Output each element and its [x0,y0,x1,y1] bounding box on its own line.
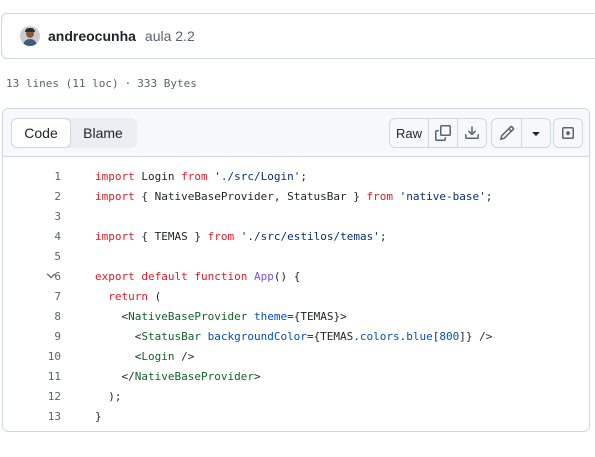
commit-author-link[interactable]: andreocunha [48,28,136,44]
code-line: 2 import { NativeBaseProvider, StatusBar… [3,186,589,206]
code-line: 10 <Login /> [3,346,589,366]
line-number[interactable]: 9 [3,330,61,343]
latest-commit-bar: andreocunha aula 2.2 [1,13,595,59]
code-line: 1 import Login from './src/Login'; [3,166,589,186]
file-line-count: 13 lines (11 loc) [6,77,119,90]
line-number[interactable]: 7 [3,290,61,303]
edit-group [491,118,551,148]
code-line: 13 } [3,406,589,426]
code-text: export default function App() { [95,269,301,283]
code-text: </NativeBaseProvider> [95,369,261,383]
line-number[interactable]: 13 [3,410,61,423]
copy-raw-button[interactable] [428,119,457,147]
line-number[interactable]: 8 [3,310,61,323]
code-text: ); [95,389,122,403]
code-line: 4 import { TEMAS } from './src/estilos/t… [3,226,589,246]
code-text: <NativeBaseProvider theme={TEMAS}> [95,309,347,323]
code-tab[interactable]: Code [11,118,71,148]
blame-tab[interactable]: Blame [71,118,135,148]
fold-toggle[interactable] [46,244,95,308]
avatar-body [23,39,37,46]
line-number[interactable]: 4 [3,230,61,243]
code-line: 9 <StatusBar backgroundColor={TEMAS.colo… [3,326,589,346]
file-info-separator: · [124,77,132,90]
download-raw-button[interactable] [457,119,486,147]
file-size: 333 Bytes [137,77,197,90]
line-number[interactable]: 3 [3,210,61,223]
code-line: 8 <NativeBaseProvider theme={TEMAS}> [3,306,589,326]
copy-icon [435,125,451,141]
code-text: import { NativeBaseProvider, StatusBar }… [95,189,493,203]
code-text: return ( [108,289,162,303]
code-text: import Login from './src/Login'; [95,169,307,183]
symbols-group [553,118,583,148]
code-line: 11 </NativeBaseProvider> [3,366,589,386]
avatar-hair [25,28,35,32]
file-viewer: Code Blame Raw 1 import Login from './sr… [2,108,590,432]
commit-message-link[interactable]: aula 2.2 [145,28,195,44]
avatar[interactable] [20,26,40,46]
download-icon [464,125,480,141]
triangle-down-icon [528,125,544,141]
code-text: import { TEMAS } from './src/estilos/tem… [95,229,387,243]
view-mode-toggle: Code Blame [11,118,137,148]
raw-copy-download-group: Raw [389,118,487,148]
code-view: 1 import Login from './src/Login'; 2 imp… [3,166,589,426]
code-line: 3 [3,206,589,226]
symbols-panel-button[interactable] [554,119,582,147]
line-number[interactable]: 12 [3,390,61,403]
file-info: 13 lines (11 loc) · 333 Bytes [6,77,197,90]
code-line: 6 export default function App() { [3,266,589,286]
line-number[interactable]: 10 [3,350,61,363]
symbols-icon [560,125,576,141]
code-text: <StatusBar backgroundColor={TEMAS.colors… [95,329,493,343]
raw-button[interactable]: Raw [390,119,428,147]
code-line: 12 ); [3,386,589,406]
more-edit-options-button[interactable] [521,119,550,147]
file-header: Code Blame Raw [3,109,589,157]
code-text: <Login /> [95,349,195,363]
line-number[interactable]: 11 [3,370,61,383]
edit-file-button[interactable] [492,119,521,147]
line-number[interactable]: 1 [3,170,61,183]
code-text: } [95,409,102,423]
pencil-icon [499,125,515,141]
line-number[interactable]: 2 [3,190,61,203]
